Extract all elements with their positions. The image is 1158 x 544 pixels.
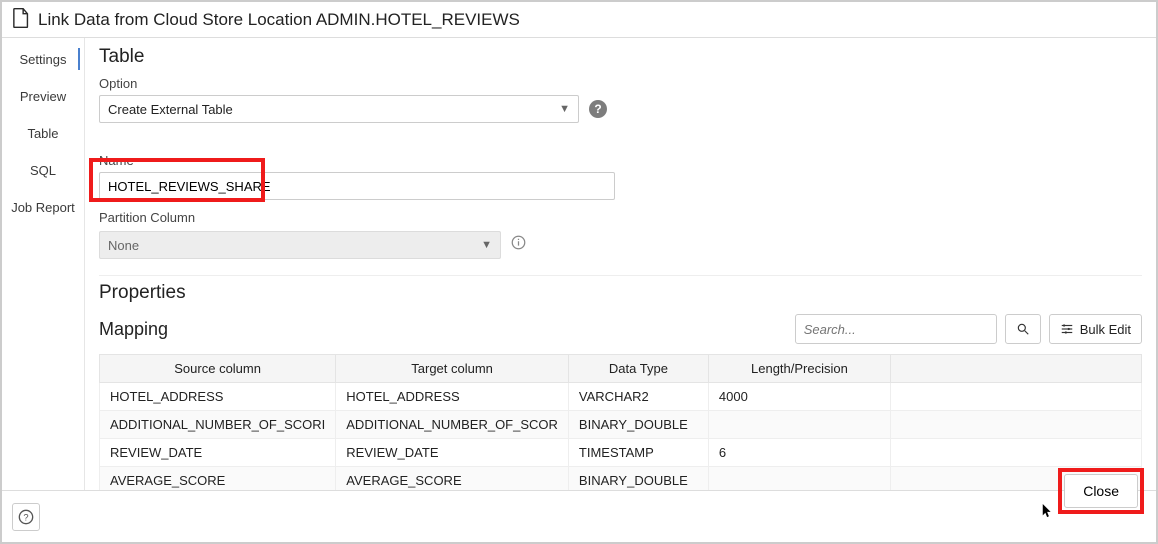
mapping-heading: Mapping: [99, 319, 168, 340]
table-row[interactable]: ADDITIONAL_NUMBER_OF_SCORIADDITIONAL_NUM…: [100, 411, 1142, 439]
highlight-name-field: [89, 158, 265, 202]
chevron-down-icon: ▼: [481, 239, 492, 251]
partition-value: None: [108, 238, 139, 253]
table-cell: [708, 411, 890, 439]
search-input[interactable]: [804, 322, 988, 337]
tab-table[interactable]: Table: [27, 126, 58, 141]
document-icon: [12, 8, 30, 31]
table-cell: [708, 467, 890, 493]
col-len: Length/Precision: [708, 355, 890, 383]
mapping-table: Source column Target column Data Type Le…: [99, 354, 1142, 492]
modal-title: Link Data from Cloud Store Location ADMI…: [38, 10, 520, 30]
bulk-edit-button[interactable]: Bulk Edit: [1049, 314, 1142, 344]
table-cell: ADDITIONAL_NUMBER_OF_SCOR: [336, 411, 569, 439]
table-cell: [890, 383, 1141, 411]
table-header-row: Source column Target column Data Type Le…: [100, 355, 1142, 383]
table-cell: VARCHAR2: [568, 383, 708, 411]
option-value: Create External Table: [108, 102, 233, 117]
table-cell: 6: [708, 439, 890, 467]
col-source: Source column: [100, 355, 336, 383]
left-tablist: Settings Preview Table SQL Job Report: [2, 38, 84, 492]
col-target: Target column: [336, 355, 569, 383]
table-row[interactable]: HOTEL_ADDRESSHOTEL_ADDRESSVARCHAR24000: [100, 383, 1142, 411]
svg-text:?: ?: [23, 512, 28, 522]
help-icon[interactable]: ?: [589, 100, 607, 118]
table-cell: TIMESTAMP: [568, 439, 708, 467]
tab-job-report[interactable]: Job Report: [11, 200, 75, 215]
table-cell: HOTEL_ADDRESS: [336, 383, 569, 411]
partition-select: None ▼: [99, 231, 501, 259]
table-row[interactable]: REVIEW_DATEREVIEW_DATETIMESTAMP6: [100, 439, 1142, 467]
table-cell: REVIEW_DATE: [100, 439, 336, 467]
modal-header: Link Data from Cloud Store Location ADMI…: [2, 2, 1156, 38]
partition-label: Partition Column: [99, 210, 1142, 225]
col-blank: [890, 355, 1141, 383]
tab-preview[interactable]: Preview: [20, 89, 66, 104]
footer-help-button[interactable]: ?: [12, 503, 40, 531]
close-button[interactable]: Close: [1064, 474, 1138, 508]
table-cell: 4000: [708, 383, 890, 411]
table-cell: [890, 439, 1141, 467]
tab-settings[interactable]: Settings: [20, 52, 67, 67]
table-cell: AVERAGE_SCORE: [336, 467, 569, 493]
cursor-icon: [1042, 504, 1054, 521]
table-cell: HOTEL_ADDRESS: [100, 383, 336, 411]
table-cell: ADDITIONAL_NUMBER_OF_SCORI: [100, 411, 336, 439]
table-cell: AVERAGE_SCORE: [100, 467, 336, 493]
search-input-wrap[interactable]: [795, 314, 997, 344]
properties-heading: Properties: [99, 275, 1142, 304]
highlight-close-button: Close: [1058, 468, 1144, 514]
search-button[interactable]: [1005, 314, 1041, 344]
table-cell: BINARY_DOUBLE: [568, 467, 708, 493]
tab-sql[interactable]: SQL: [30, 163, 56, 178]
content-area: Table Option Create External Table ▼ ? N…: [84, 38, 1156, 492]
chevron-down-icon: ▼: [559, 103, 570, 115]
table-row[interactable]: AVERAGE_SCOREAVERAGE_SCOREBINARY_DOUBLE: [100, 467, 1142, 493]
table-cell: REVIEW_DATE: [336, 439, 569, 467]
table-section-title: Table: [99, 46, 1142, 68]
table-cell: [890, 411, 1141, 439]
option-select[interactable]: Create External Table ▼: [99, 95, 579, 123]
info-icon[interactable]: [511, 235, 526, 253]
bulk-edit-label: Bulk Edit: [1080, 322, 1131, 337]
modal-footer: ? Close: [2, 490, 1156, 542]
table-cell: BINARY_DOUBLE: [568, 411, 708, 439]
option-label: Option: [99, 76, 607, 91]
col-dtype: Data Type: [568, 355, 708, 383]
